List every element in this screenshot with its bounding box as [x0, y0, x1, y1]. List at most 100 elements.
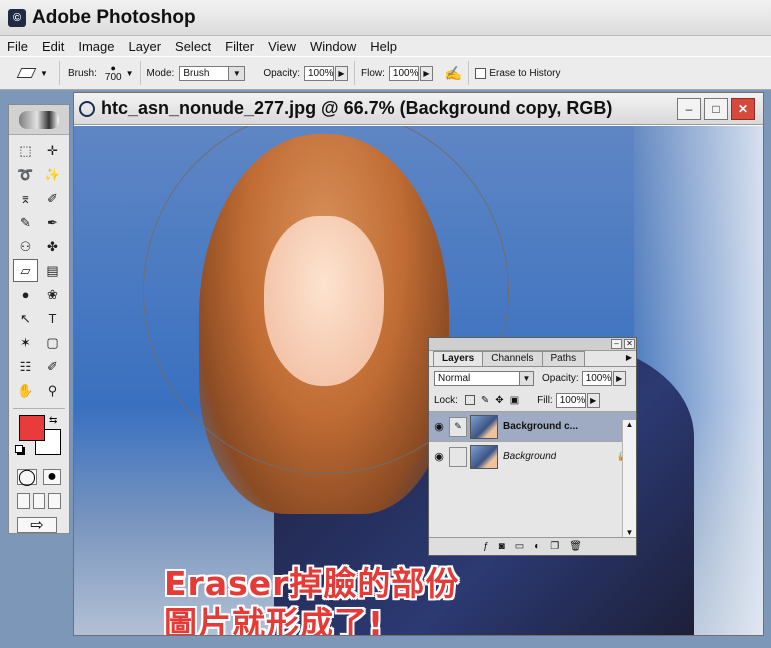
layer-name[interactable]: Background: [503, 451, 556, 462]
layer-style-icon[interactable]: ƒ: [483, 541, 489, 552]
history-brush-tool-icon[interactable]: ✤: [40, 235, 65, 258]
menu-file[interactable]: File: [0, 39, 35, 54]
new-group-icon[interactable]: ▭: [515, 541, 524, 552]
eraser-tool-icon[interactable]: ▱: [13, 259, 38, 282]
menu-filter[interactable]: Filter: [218, 39, 261, 54]
divider: [354, 61, 355, 85]
gradient-tool-icon[interactable]: ▤: [40, 259, 65, 282]
move-tool-icon[interactable]: ✛: [40, 139, 65, 162]
panel-tabs: Layers Channels Paths ▶: [429, 351, 636, 367]
menu-view[interactable]: View: [261, 39, 303, 54]
foreground-color-swatch[interactable]: [19, 415, 45, 441]
eyedropper-tool-icon[interactable]: ✐: [40, 355, 65, 378]
brush-picker[interactable]: ● 700: [105, 63, 122, 83]
lock-position-icon[interactable]: ✥: [495, 395, 503, 406]
eye-icon[interactable]: ◉: [429, 447, 449, 467]
lasso-tool-icon[interactable]: ➰: [13, 163, 38, 186]
lock-pixels-icon[interactable]: ✎: [481, 395, 489, 406]
add-mask-icon[interactable]: ◙: [499, 541, 505, 552]
panel-close-icon[interactable]: ✕: [624, 339, 635, 349]
mode-label: Mode:: [146, 67, 175, 79]
opacity-slider-button[interactable]: ▶: [335, 65, 348, 81]
opacity-input[interactable]: 100%: [304, 65, 334, 81]
lock-all-icon[interactable]: ▣: [510, 395, 519, 406]
brush-tool-icon[interactable]: ✒: [40, 211, 65, 234]
airbrush-icon[interactable]: ✍: [445, 65, 462, 82]
pen-tool-icon[interactable]: ✶: [13, 331, 38, 354]
divider: [468, 61, 470, 85]
menu-window[interactable]: Window: [303, 39, 363, 54]
new-layer-icon[interactable]: ❐: [550, 541, 559, 552]
maximize-button[interactable]: □: [704, 98, 728, 120]
blend-row: Normal ▼ Opacity: 100% ▶: [429, 367, 636, 389]
healing-brush-tool-icon[interactable]: ✎: [13, 211, 38, 234]
clone-stamp-tool-icon[interactable]: ⚇: [13, 235, 38, 258]
menu-select[interactable]: Select: [168, 39, 218, 54]
brush-dropdown-icon[interactable]: ▼: [126, 69, 134, 78]
layer-name[interactable]: Background c...: [503, 421, 578, 432]
blend-mode-select[interactable]: Normal ▼: [434, 370, 534, 386]
fill-input[interactable]: 100%: [555, 392, 586, 408]
layer-opacity-input[interactable]: 100%: [581, 370, 612, 386]
tab-layers[interactable]: Layers: [433, 351, 484, 366]
image-canvas[interactable]: Eraser掉臉的部份 圖片就形成了!: [74, 126, 763, 636]
path-selection-tool-icon[interactable]: ↖: [13, 307, 38, 330]
flow-slider-button[interactable]: ▶: [419, 65, 433, 81]
shape-tool-icon[interactable]: ▢: [40, 331, 65, 354]
mode-select[interactable]: Brush ▼: [179, 65, 246, 81]
divider: [139, 61, 141, 85]
close-button[interactable]: ✕: [731, 98, 755, 120]
menu-help[interactable]: Help: [363, 39, 404, 54]
default-colors-icon[interactable]: [15, 445, 23, 453]
document-titlebar[interactable]: htc_asn_nonude_277.jpg @ 66.7% (Backgrou…: [74, 93, 763, 125]
lock-transparency-icon[interactable]: [464, 395, 475, 405]
quick-mask-mode-icon[interactable]: ●: [42, 468, 61, 485]
hand-tool-icon[interactable]: ✋: [13, 379, 38, 402]
layers-panel-titlebar[interactable]: – ✕: [429, 338, 636, 351]
magic-wand-tool-icon[interactable]: ✨: [40, 163, 65, 186]
panel-minimize-icon[interactable]: –: [611, 339, 622, 349]
tab-paths[interactable]: Paths: [541, 351, 586, 366]
fullscreen-icon[interactable]: [48, 493, 62, 509]
fill-slider-button[interactable]: ▶: [586, 392, 600, 408]
panel-menu-icon[interactable]: ▶: [626, 353, 632, 362]
crop-tool-icon[interactable]: ⌆: [13, 187, 38, 210]
dodge-tool-icon[interactable]: ❀: [40, 283, 65, 306]
zoom-tool-icon[interactable]: ⚲: [40, 379, 65, 402]
scroll-down-icon[interactable]: ▼: [623, 528, 636, 537]
layer-opacity-slider-button[interactable]: ▶: [612, 370, 626, 386]
flow-input[interactable]: 100%: [388, 65, 419, 81]
layer-row-background[interactable]: ◉ Background 🔒: [429, 441, 636, 471]
jump-to-imageready-icon[interactable]: ⇨: [17, 517, 57, 534]
trash-icon[interactable]: 🗑: [569, 541, 582, 552]
eye-icon[interactable]: ◉: [429, 417, 449, 437]
layers-scrollbar[interactable]: ▲ ▼: [622, 420, 636, 537]
notes-tool-icon[interactable]: ☷: [13, 355, 38, 378]
menu-edit[interactable]: Edit: [35, 39, 71, 54]
caption-line-1: Eraser掉臉的部份: [164, 564, 460, 603]
options-bar: ▼ Brush: ● 700 ▼ Mode: Brush ▼ Opacity: …: [0, 56, 771, 90]
adjustment-layer-icon[interactable]: ◐: [534, 541, 540, 552]
minimize-button[interactable]: –: [677, 98, 701, 120]
tool-grid: ⬚ ✛ ➰ ✨ ⌆ ✐ ✎ ✒ ⚇ ✤ ▱ ▤ ● ❀ ↖ T ✶ ▢ ☷ ✐ …: [9, 135, 69, 406]
swap-colors-icon[interactable]: ⇆: [49, 415, 57, 426]
layer-row-background-copy[interactable]: ◉ ✎ Background c...: [429, 411, 636, 441]
tool-preset-picker[interactable]: ▼: [8, 61, 60, 85]
blur-tool-icon[interactable]: ●: [13, 283, 38, 306]
scroll-up-icon[interactable]: ▲: [623, 420, 636, 429]
fullscreen-menu-icon[interactable]: [32, 493, 46, 509]
mask-mode-row: ◯ ●: [9, 465, 69, 489]
type-tool-icon[interactable]: T: [40, 307, 65, 330]
menu-image[interactable]: Image: [71, 39, 121, 54]
tab-channels[interactable]: Channels: [482, 351, 543, 366]
chevron-down-icon: ▼: [228, 66, 245, 80]
menu-layer[interactable]: Layer: [122, 39, 169, 54]
standard-mode-icon[interactable]: ◯: [17, 469, 37, 486]
slice-tool-icon[interactable]: ✐: [40, 187, 65, 210]
toolbox-header[interactable]: [9, 105, 69, 135]
standard-screen-icon[interactable]: [17, 493, 30, 509]
erase-history-checkbox[interactable]: [475, 67, 487, 79]
caption-line-2: 圖片就形成了!: [164, 604, 385, 636]
layers-panel: – ✕ Layers Channels Paths ▶ Normal ▼ Opa…: [428, 337, 637, 556]
marquee-tool-icon[interactable]: ⬚: [13, 139, 38, 162]
